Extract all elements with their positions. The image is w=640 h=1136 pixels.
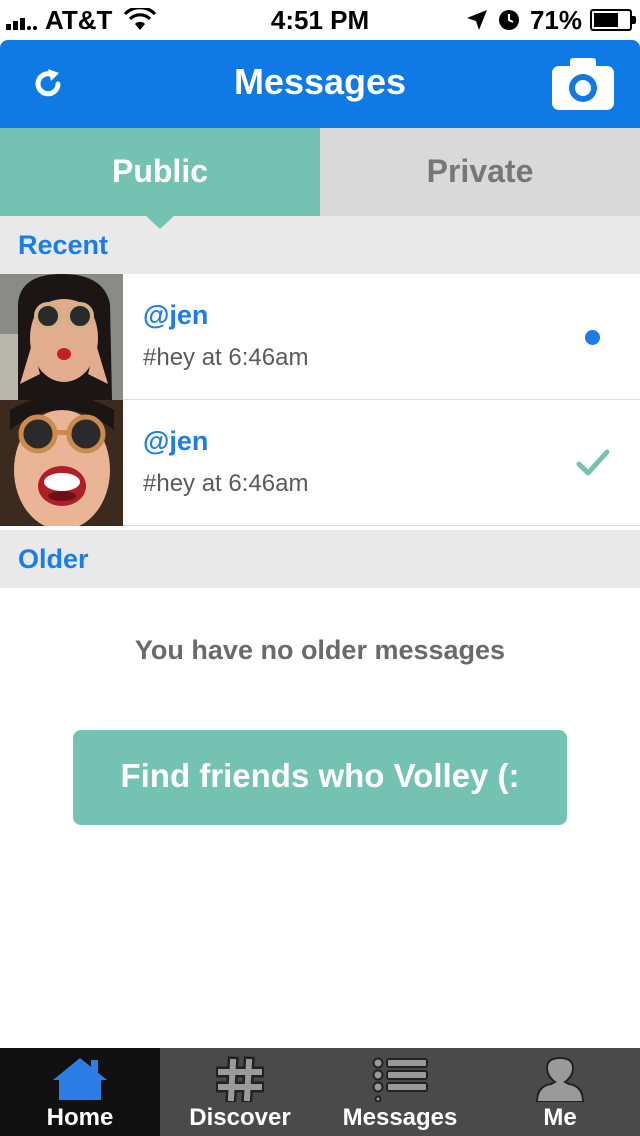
avatar — [0, 274, 123, 400]
battery-fill — [594, 13, 619, 27]
hashtag-icon — [216, 1056, 264, 1102]
section-title-recent: Recent — [18, 230, 109, 260]
message-row[interactable]: @jen #hey at 6:46am — [0, 400, 640, 526]
tab-private[interactable]: Private — [320, 128, 640, 216]
tabbar-label: Messages — [342, 1104, 458, 1131]
tabbar-label: Discover — [189, 1104, 291, 1131]
bottom-tab-bar: Home Discover Messages Me — [0, 1048, 640, 1136]
tab-public[interactable]: Public — [0, 128, 320, 216]
camera-button[interactable] — [552, 58, 614, 110]
avatar — [0, 400, 123, 526]
tabbar-label: Me — [543, 1104, 577, 1131]
message-preview: #hey at 6:46am — [143, 470, 309, 497]
section-header-recent: Recent — [0, 216, 640, 274]
list-icon — [372, 1057, 428, 1102]
status-right: 71% — [466, 4, 636, 36]
segment-tabs: Public Private — [0, 128, 640, 216]
find-friends-button[interactable]: Find friends who Volley (: — [73, 730, 567, 825]
message-username: @jen — [143, 426, 209, 456]
tabbar-home[interactable]: Home — [0, 1048, 160, 1136]
battery-percent: 71% — [529, 4, 582, 35]
person-icon — [535, 1056, 585, 1102]
active-tab-pointer — [144, 214, 176, 229]
location-icon — [466, 10, 487, 30]
battery-icon — [590, 9, 636, 31]
message-preview: #hey at 6:46am — [143, 344, 309, 371]
home-icon — [53, 1058, 107, 1100]
alarm-clock-icon — [498, 10, 519, 30]
message-username: @jen — [143, 300, 209, 330]
message-row[interactable]: @jen #hey at 6:46am — [0, 274, 640, 400]
section-title-older: Older — [18, 544, 89, 574]
tabbar-me[interactable]: Me — [480, 1048, 640, 1136]
checkmark-icon — [576, 449, 610, 476]
unread-dot-icon — [585, 330, 600, 345]
status-bar: AT&T 4:51 PM 71% — [0, 0, 640, 40]
tabbar-messages[interactable]: Messages — [320, 1048, 480, 1136]
empty-state-text: You have no older messages — [134, 635, 506, 665]
tabbar-discover[interactable]: Discover — [160, 1048, 320, 1136]
tabbar-label: Home — [46, 1104, 114, 1131]
page-title: Messages — [233, 61, 407, 102]
nav-bar: Messages — [0, 40, 640, 128]
section-header-older: Older — [0, 530, 640, 588]
camera-icon — [552, 58, 614, 110]
